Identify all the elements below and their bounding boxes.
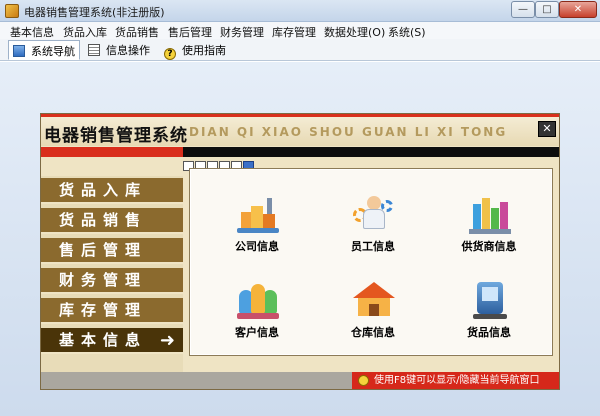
sidebar-item-finance[interactable]: 财务管理 [41, 268, 183, 294]
menu-after-sales[interactable]: 售后管理 [168, 24, 212, 40]
menu-inventory[interactable]: 库存管理 [272, 24, 316, 40]
window-title: 电器销售管理系统(非注册版) [24, 6, 165, 19]
arrow-right-icon: ➜ [159, 330, 175, 351]
module-label: 员工信息 [351, 240, 395, 253]
panel-footer: 使用F8键可以显示/隐藏当前导航窗口 [41, 372, 559, 389]
module-company-info[interactable]: 公司信息 [207, 194, 307, 270]
module-customer-info[interactable]: 客户信息 [207, 280, 307, 356]
sidebar-item-label: 财务管理 [59, 271, 148, 289]
sidebar-item-goods-sales[interactable]: 货品销售 [41, 208, 183, 234]
sidebar-item-label: 库存管理 [59, 301, 148, 319]
module-label: 仓库信息 [351, 326, 395, 339]
module-supplier-info[interactable]: 供货商信息 [439, 194, 539, 270]
goods-product-icon [469, 280, 511, 320]
tab-info-operation[interactable]: 信息操作 [84, 40, 154, 60]
tab-label: 信息操作 [106, 44, 150, 57]
sidebar-item-inventory[interactable]: 库存管理 [41, 298, 183, 324]
supplier-icon [469, 194, 511, 234]
panel-close-button[interactable]: ✕ [538, 121, 556, 137]
sidebar-item-after-sales[interactable]: 售后管理 [41, 238, 183, 264]
close-button[interactable]: ✕ [559, 1, 597, 18]
menu-basic-info[interactable]: 基本信息 [10, 24, 54, 40]
module-label: 客户信息 [235, 326, 279, 339]
menu-bar: 基本信息 货品入库 货品销售 售后管理 财务管理 库存管理 数据处理(O) 系统… [0, 22, 600, 39]
module-goods-info[interactable]: 货品信息 [439, 280, 539, 356]
module-warehouse-info[interactable]: 仓库信息 [323, 280, 423, 356]
module-staff-info[interactable]: 员工信息 [323, 194, 423, 270]
app-icon [5, 4, 19, 18]
sidebar-item-label: 基本信息 [59, 331, 148, 349]
sidebar-item-label: 售后管理 [59, 241, 148, 259]
menu-data-processing[interactable]: 数据处理(O) [324, 24, 385, 40]
navigation-icon [13, 45, 25, 57]
tab-label: 系统导航 [31, 45, 75, 58]
navigation-panel: 电器销售管理系统 DIAN QI XIAO SHOU GUAN LI XI TO… [40, 113, 560, 390]
sidebar-item-basic-info[interactable]: 基本信息 ➜ [41, 328, 183, 354]
minimize-button[interactable]: — [511, 1, 535, 18]
maximize-button[interactable]: □ [535, 1, 559, 18]
panel-title: 电器销售管理系统 [44, 126, 188, 146]
module-label: 供货商信息 [461, 240, 517, 253]
menu-goods-inbound[interactable]: 货品入库 [63, 24, 107, 40]
panel-header: 电器销售管理系统 DIAN QI XIAO SHOU GUAN LI XI TO… [41, 114, 559, 146]
module-grid: 公司信息 员工信息 供货商信息 客户信息 仓库信息 货品信息 [189, 168, 553, 356]
help-icon: ? [164, 48, 176, 60]
menu-finance[interactable]: 财务管理 [220, 24, 264, 40]
warehouse-icon [353, 280, 395, 320]
company-building-icon [237, 194, 279, 234]
footer-hint: 使用F8键可以显示/隐藏当前导航窗口 [352, 372, 559, 389]
sidebar: 货品入库 货品销售 售后管理 财务管理 库存管理 基本信息 ➜ [41, 176, 183, 372]
sidebar-item-goods-inbound[interactable]: 货品入库 [41, 178, 183, 204]
document-icon [88, 44, 100, 56]
tab-system-navigation[interactable]: 系统导航 [8, 40, 80, 60]
tab-user-guide[interactable]: ? 使用指南 [160, 40, 230, 60]
panel-subtitle: DIAN QI XIAO SHOU GUAN LI XI TONG [189, 125, 508, 139]
sidebar-item-label: 货品销售 [59, 211, 148, 229]
red-accent-bar [41, 147, 183, 157]
footer-hint-text: 使用F8键可以显示/隐藏当前导航窗口 [374, 375, 540, 386]
sidebar-item-label: 货品入库 [59, 181, 148, 199]
bulb-icon [358, 375, 369, 386]
title-bar: 电器销售管理系统(非注册版) — □ ✕ [0, 0, 600, 22]
module-label: 货品信息 [467, 326, 511, 339]
black-accent-bar [183, 147, 559, 157]
customers-group-icon [237, 280, 279, 320]
tab-bar: 系统导航 信息操作 ? 使用指南 [0, 39, 600, 61]
menu-system[interactable]: 系统(S) [388, 24, 426, 40]
module-label: 公司信息 [235, 240, 279, 253]
staff-person-icon [353, 194, 395, 234]
tab-label: 使用指南 [182, 44, 226, 57]
menu-goods-sales[interactable]: 货品销售 [115, 24, 159, 40]
